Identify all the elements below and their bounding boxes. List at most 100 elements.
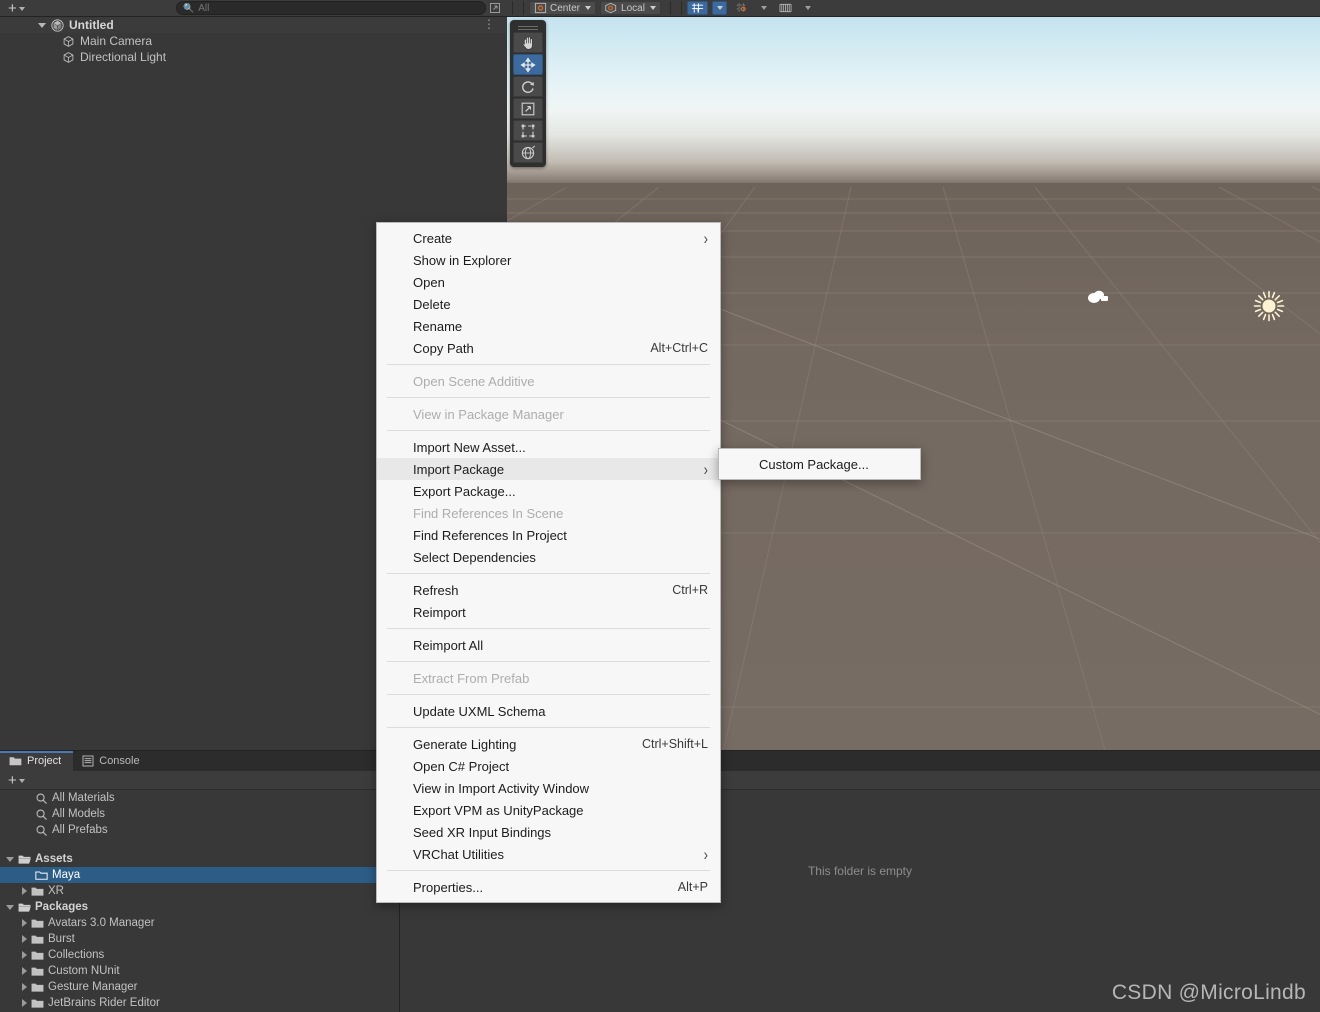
transform-tool-button[interactable] bbox=[513, 142, 543, 163]
menu-item-find-references-in-project[interactable]: Find References In Project bbox=[377, 524, 720, 546]
menu-item-label: Rename bbox=[413, 318, 463, 334]
project-tree-row[interactable]: Maya bbox=[0, 867, 399, 883]
chevron-right-icon[interactable] bbox=[22, 967, 27, 975]
chevron-down-icon[interactable] bbox=[6, 904, 14, 910]
light-gizmo[interactable] bbox=[1252, 289, 1286, 323]
grid-snapping-dropdown[interactable] bbox=[756, 1, 771, 15]
chevron-right-icon[interactable] bbox=[22, 983, 27, 991]
menu-item-view-in-import-activity-window[interactable]: View in Import Activity Window bbox=[377, 777, 720, 799]
chevron-down-icon bbox=[717, 6, 724, 10]
move-tool-button[interactable] bbox=[513, 54, 543, 75]
hierarchy-item-main-camera[interactable]: Main Camera bbox=[0, 33, 507, 49]
project-tree-row[interactable]: All Models bbox=[0, 806, 399, 822]
project-tree-row[interactable]: Custom NUnit bbox=[0, 963, 399, 979]
pivot-center-icon bbox=[534, 2, 547, 14]
menu-item-label: Extract From Prefab bbox=[413, 670, 530, 686]
chevron-right-icon[interactable] bbox=[22, 999, 27, 1007]
menu-item-select-dependencies[interactable]: Select Dependencies bbox=[377, 546, 720, 568]
chevron-right-icon[interactable] bbox=[22, 919, 27, 927]
grid-axis-button[interactable]: Y bbox=[686, 1, 708, 15]
menu-item-update-uxml-schema[interactable]: Update UXML Schema bbox=[377, 700, 720, 722]
menu-item-label: Import Package bbox=[413, 461, 505, 477]
chevron-right-icon[interactable] bbox=[22, 887, 27, 895]
menu-item-vrchat-utilities[interactable]: VRChat Utilities › bbox=[377, 843, 720, 865]
menu-item-properties[interactable]: Properties... Alt+P bbox=[377, 876, 720, 898]
grid-axis-dropdown[interactable] bbox=[711, 1, 727, 15]
menu-item-seed-xr-input-bindings[interactable]: Seed XR Input Bindings bbox=[377, 821, 720, 843]
grid-size-button[interactable] bbox=[775, 1, 796, 15]
menu-item-label: Find References In Scene bbox=[413, 505, 564, 521]
menu-item-copy-path[interactable]: Copy Path Alt+Ctrl+C bbox=[377, 337, 720, 359]
chevron-down-icon[interactable] bbox=[6, 856, 14, 862]
hierarchy-more-options-icon[interactable]: ⋮ bbox=[483, 18, 495, 30]
project-tree-row[interactable]: Assets bbox=[0, 851, 399, 867]
rect-tool-button[interactable] bbox=[513, 120, 543, 141]
menu-item-open[interactable]: Open bbox=[377, 271, 720, 293]
menu-item-label: Import New Asset... bbox=[413, 439, 526, 455]
scale-tool-button[interactable] bbox=[513, 98, 543, 119]
menu-separator bbox=[387, 694, 710, 695]
chevron-down-icon[interactable] bbox=[38, 22, 46, 28]
menu-item-import-new-asset[interactable]: Import New Asset... bbox=[377, 436, 720, 458]
menu-item-export-package[interactable]: Export Package... bbox=[377, 480, 720, 502]
menu-item-open-c-project[interactable]: Open C# Project bbox=[377, 755, 720, 777]
hierarchy-add-button[interactable]: + bbox=[8, 1, 25, 16]
project-tree-label: Collections bbox=[48, 949, 105, 961]
handle-local-icon bbox=[605, 2, 617, 14]
menu-item-label: Seed XR Input Bindings bbox=[413, 824, 552, 840]
hierarchy-scene-row[interactable]: Untitled bbox=[0, 17, 507, 33]
project-tree-label: XR bbox=[48, 885, 64, 897]
project-tree-row[interactable]: Burst bbox=[0, 931, 399, 947]
menu-separator bbox=[387, 727, 710, 728]
hierarchy-search-input[interactable]: 🔍 All bbox=[176, 1, 486, 15]
grid-size-dropdown[interactable] bbox=[800, 1, 815, 15]
menu-item-import-package[interactable]: Import Package › bbox=[377, 458, 720, 480]
rotate-tool-button[interactable] bbox=[513, 76, 543, 97]
camera-gizmo[interactable] bbox=[1085, 287, 1111, 307]
project-tree-row[interactable]: Packages bbox=[0, 899, 399, 915]
menu-item-label: Open bbox=[413, 274, 445, 290]
menu-item-custom-package[interactable]: Custom Package... bbox=[719, 453, 920, 475]
menu-separator bbox=[387, 661, 710, 662]
project-tree-row[interactable]: Avatars 3.0 Manager bbox=[0, 915, 399, 931]
hierarchy-item-directional-light[interactable]: Directional Light bbox=[0, 49, 507, 65]
import-package-submenu[interactable]: Custom Package... bbox=[718, 448, 921, 480]
tab-project[interactable]: Project bbox=[0, 751, 74, 771]
menu-item-rename[interactable]: Rename bbox=[377, 315, 720, 337]
project-tree-label: Avatars 3.0 Manager bbox=[48, 917, 155, 929]
menu-item-open-scene-additive: Open Scene Additive bbox=[377, 370, 720, 392]
menu-item-create[interactable]: Create › bbox=[377, 227, 720, 249]
project-tree-label: Packages bbox=[35, 901, 89, 913]
menu-item-refresh[interactable]: Refresh Ctrl+R bbox=[377, 579, 720, 601]
project-tree-row[interactable]: All Materials bbox=[0, 790, 399, 806]
handle-space-button[interactable]: Local bbox=[600, 1, 661, 15]
project-create-button[interactable]: + bbox=[8, 773, 25, 788]
tab-console[interactable]: Console bbox=[73, 751, 151, 771]
chevron-right-icon[interactable] bbox=[22, 935, 27, 943]
transform-icon bbox=[521, 145, 536, 159]
toolbar-divider bbox=[523, 1, 524, 15]
pivot-mode-button[interactable]: Center bbox=[529, 1, 597, 15]
menu-item-show-in-explorer[interactable]: Show in Explorer bbox=[377, 249, 720, 271]
expand-window-icon bbox=[490, 3, 500, 13]
palette-drag-handle[interactable] bbox=[518, 26, 538, 27]
hierarchy-expand-icon[interactable] bbox=[489, 2, 501, 14]
project-tree-row[interactable]: XR bbox=[0, 883, 399, 899]
asset-context-menu[interactable]: Create › Show in Explorer Open Delete Rename C… bbox=[376, 222, 721, 903]
hand-tool-button[interactable] bbox=[513, 32, 543, 53]
project-tree-row[interactable]: Gesture Manager bbox=[0, 979, 399, 995]
menu-item-reimport-all[interactable]: Reimport All bbox=[377, 634, 720, 656]
unity-scene-icon bbox=[51, 18, 64, 32]
project-tree-row[interactable]: JetBrains Rider Editor bbox=[0, 995, 399, 1011]
menu-item-shortcut: Alt+Ctrl+C bbox=[650, 341, 708, 355]
menu-item-delete[interactable]: Delete bbox=[377, 293, 720, 315]
grid-snapping-button[interactable] bbox=[731, 1, 752, 15]
chevron-down-icon bbox=[18, 7, 25, 11]
search-icon bbox=[36, 792, 47, 804]
menu-item-reimport[interactable]: Reimport bbox=[377, 601, 720, 623]
project-tree-row[interactable]: All Prefabs bbox=[0, 822, 399, 838]
menu-item-export-vpm-as-unitypackage[interactable]: Export VPM as UnityPackage bbox=[377, 799, 720, 821]
project-tree-row[interactable]: Collections bbox=[0, 947, 399, 963]
menu-item-generate-lighting[interactable]: Generate Lighting Ctrl+Shift+L bbox=[377, 733, 720, 755]
chevron-right-icon[interactable] bbox=[22, 951, 27, 959]
